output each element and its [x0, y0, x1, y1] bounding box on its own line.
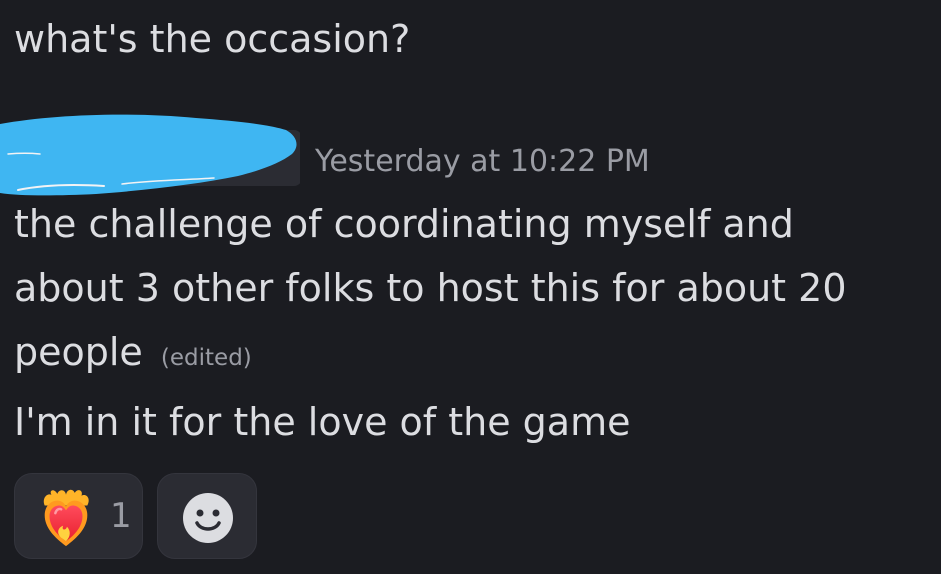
- message-line-3-wrapper: people (edited): [14, 320, 929, 390]
- smiley-face-icon: [183, 493, 233, 543]
- previous-message-text: what's the occasion?: [14, 17, 411, 61]
- heart-on-fire-icon: [43, 489, 89, 547]
- redacted-username-scribble: [0, 114, 300, 196]
- message-body: the challenge of coordinating myself and…: [14, 192, 929, 454]
- heart-on-fire-reaction-button[interactable]: 1: [14, 473, 143, 559]
- message-line-1: the challenge of coordinating myself and: [14, 202, 794, 246]
- message-line-2: about 3 other folks to host this for abo…: [14, 266, 847, 310]
- add-reaction-button[interactable]: [157, 473, 257, 559]
- message-line-3: people: [14, 330, 143, 374]
- message-timestamp: Yesterday at 10:22 PM: [315, 144, 650, 179]
- reaction-count: 1: [110, 496, 132, 536]
- edited-tag: (edited): [160, 345, 252, 371]
- message-author-row: Yesterday at 10:22 PM: [0, 112, 941, 196]
- followup-message: I'm in it for the love of the game: [14, 400, 631, 444]
